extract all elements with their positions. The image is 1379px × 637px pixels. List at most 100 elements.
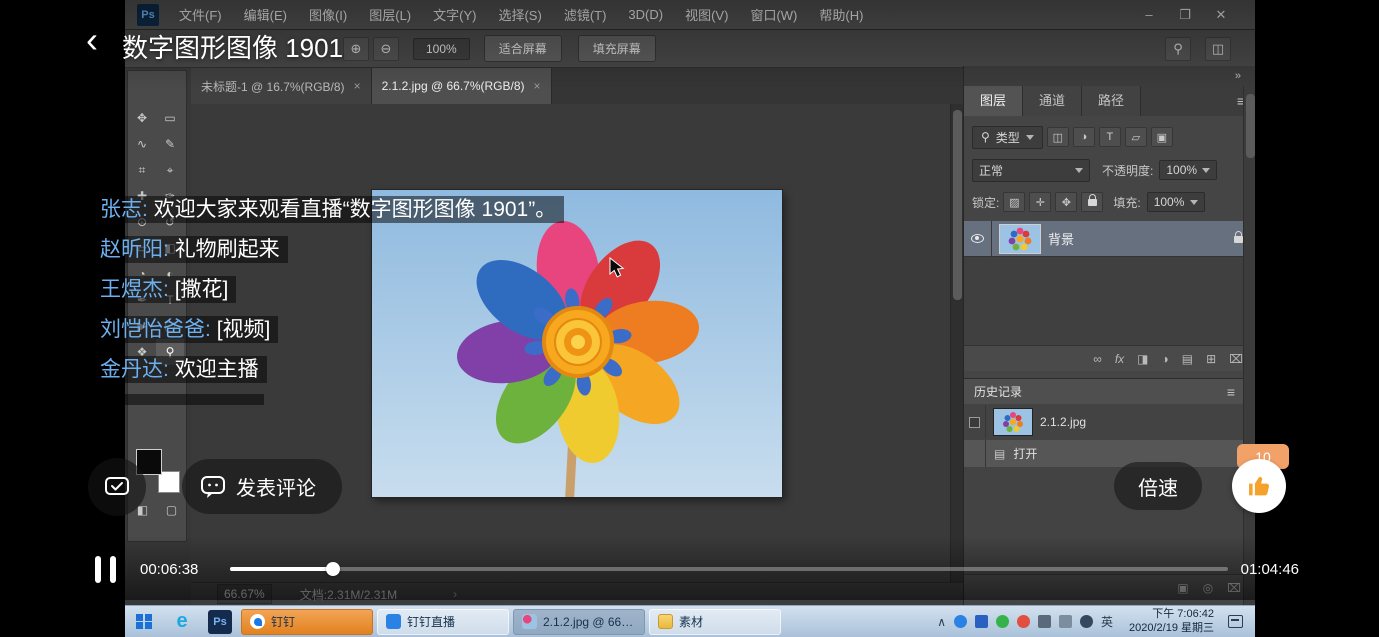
menu-filter[interactable]: 滤镜(T) <box>553 0 618 29</box>
filter-pixel-icon[interactable]: ◫ <box>1047 127 1069 147</box>
fill-screen-button[interactable]: 填充屏幕 <box>578 35 656 62</box>
close-button[interactable]: ✕ <box>1203 0 1239 30</box>
zoom-out-toggle-icon[interactable]: ⊖ <box>373 37 399 61</box>
lock-transparent-icon[interactable]: ▨ <box>1003 192 1025 212</box>
document-tabbar: 未标题-1 @ 16.7%(RGB/8) × 2.1.2.jpg @ 66.7%… <box>191 68 963 104</box>
tab-close-icon[interactable]: × <box>534 79 541 93</box>
layer-thumbnail[interactable] <box>1000 225 1040 253</box>
menu-view[interactable]: 视图(V) <box>674 0 739 29</box>
zoom-in-toggle-icon[interactable]: ⊕ <box>343 37 369 61</box>
fit-screen-button[interactable]: 适合屏幕 <box>484 35 562 62</box>
document-tab-212jpg[interactable]: 2.1.2.jpg @ 66.7%(RGB/8) × <box>372 68 552 104</box>
blend-mode-select[interactable]: 正常 <box>972 159 1090 182</box>
chat-text: 欢迎主播 <box>175 358 259 381</box>
menu-window[interactable]: 窗口(W) <box>739 0 808 29</box>
edge-taskbar-button[interactable]: e <box>163 606 201 637</box>
quick-select-tool-icon[interactable]: ✎ <box>156 131 184 157</box>
system-tray: ∧ 英 下午 7:06:42 2020/2/19 星期三 <box>937 608 1255 636</box>
document-tab-untitled[interactable]: 未标题-1 @ 16.7%(RGB/8) × <box>191 68 372 104</box>
filter-smartobject-icon[interactable]: ▣ <box>1151 127 1173 147</box>
delete-layer-icon[interactable]: ⌧ <box>1229 352 1243 366</box>
marquee-tool-icon[interactable]: ▭ <box>156 105 184 131</box>
lock-position-icon[interactable]: ✥ <box>1055 192 1077 212</box>
input-language-indicator[interactable]: 英 <box>1101 613 1113 630</box>
layer-effects-icon[interactable]: fx <box>1115 352 1124 366</box>
menu-layer[interactable]: 图层(L) <box>358 0 422 29</box>
menu-image[interactable]: 图像(I) <box>298 0 358 29</box>
pause-button[interactable] <box>95 556 116 583</box>
taskbar-clock[interactable]: 下午 7:06:42 2020/2/19 星期三 <box>1129 608 1214 636</box>
menu-help[interactable]: 帮助(H) <box>808 0 874 29</box>
crop-tool-icon[interactable]: ⌗ <box>128 157 156 183</box>
panel-scrollbar[interactable] <box>1243 86 1255 605</box>
live-title: 数字图形图像 1901 <box>122 28 343 65</box>
fill-select[interactable]: 100% <box>1147 192 1205 212</box>
eyedropper-tool-icon[interactable]: ⌖ <box>156 157 184 183</box>
start-button[interactable] <box>125 606 163 637</box>
filter-adjustment-icon[interactable]: ◑ <box>1073 127 1095 147</box>
lasso-tool-icon[interactable]: ∿ <box>128 131 156 157</box>
taskbar-tab-folder[interactable]: 素材 <box>649 609 781 635</box>
menu-type[interactable]: 文字(Y) <box>422 0 487 29</box>
tab-paths[interactable]: 路径 <box>1082 86 1141 116</box>
comment-list-toggle[interactable] <box>88 458 146 516</box>
taskbar-tab-dingtalk[interactable]: 钉钉 <box>241 609 373 635</box>
layer-mask-icon[interactable]: ◨ <box>1137 352 1148 366</box>
filter-type-icon[interactable]: T <box>1099 127 1121 147</box>
adjustment-layer-icon[interactable]: ◑ <box>1162 352 1169 366</box>
tray-dingtalk-icon[interactable] <box>954 615 967 628</box>
taskbar-tab-photoshop-doc[interactable]: 2.1.2.jpg @ 66.7%… <box>513 609 645 635</box>
photoshop-taskbar-button[interactable]: Ps <box>201 606 239 637</box>
history-brush-source-icon[interactable] <box>964 440 986 467</box>
menu-3d[interactable]: 3D(D) <box>617 0 674 29</box>
menu-edit[interactable]: 编辑(E) <box>233 0 298 29</box>
seek-bar[interactable] <box>230 567 1228 571</box>
opacity-select[interactable]: 100% <box>1159 160 1217 180</box>
screen-mode-icon[interactable]: ▢ <box>157 503 186 517</box>
move-tool-icon[interactable]: ✥ <box>128 105 156 131</box>
history-brush-source-icon[interactable] <box>964 405 986 439</box>
layer-visibility-toggle[interactable] <box>964 221 992 257</box>
lock-all-icon[interactable] <box>1081 192 1103 212</box>
tray-app-icon[interactable] <box>975 615 988 628</box>
seek-handle[interactable] <box>326 562 340 576</box>
like-button[interactable] <box>1232 459 1286 513</box>
tray-security-icon[interactable] <box>996 615 1009 628</box>
minimize-button[interactable]: – <box>1131 0 1167 30</box>
player-control-bar: 00:06:38 01:04:46 <box>0 536 1379 600</box>
menu-select[interactable]: 选择(S) <box>487 0 552 29</box>
back-button[interactable]: ‹ <box>86 22 98 58</box>
search-icon[interactable]: ⚲ <box>1165 37 1191 61</box>
tray-volume-icon[interactable] <box>1080 615 1093 628</box>
tray-display-icon[interactable] <box>1059 615 1072 628</box>
canvas-vertical-scrollbar[interactable] <box>950 104 963 582</box>
tray-microphone-icon[interactable] <box>1038 615 1051 628</box>
tab-close-icon[interactable]: × <box>354 79 361 93</box>
zoom-value-field[interactable]: 100% <box>413 38 470 60</box>
playback-speed-button[interactable]: 倍速 <box>1114 462 1202 510</box>
filter-shape-icon[interactable]: ▱ <box>1125 127 1147 147</box>
lock-pixels-icon[interactable]: ✛ <box>1029 192 1051 212</box>
tray-expand-icon[interactable]: ∧ <box>937 615 946 629</box>
taskbar-tab-dingtalk-live[interactable]: 钉钉直播 <box>377 609 509 635</box>
history-state-row[interactable]: ▤ 打开 <box>964 440 1255 467</box>
history-snapshot-row[interactable]: 2.1.2.jpg <box>964 404 1255 440</box>
chat-text: 欢迎大家来观看直播“数字图形图像 1901”。 <box>154 198 557 221</box>
history-snapshot-label: 2.1.2.jpg <box>1040 415 1086 429</box>
panel-collapse-icon[interactable]: » <box>964 66 1255 86</box>
tab-layers[interactable]: 图层 <box>964 86 1023 116</box>
chat-sender: 金丹达: <box>100 358 169 381</box>
restore-button[interactable]: ❐ <box>1167 0 1203 30</box>
history-panel-title: 历史记录 <box>974 383 1022 400</box>
action-center-icon[interactable] <box>1228 615 1243 628</box>
link-layers-icon[interactable]: ∞ <box>1093 352 1102 366</box>
workspace-icon[interactable]: ◫ <box>1205 37 1231 61</box>
new-layer-icon[interactable]: ⊞ <box>1206 352 1216 366</box>
layer-row-background[interactable]: 背景 <box>964 221 1255 257</box>
tab-channels[interactable]: 通道 <box>1023 86 1082 116</box>
layer-filter-dropdown[interactable]: ⚲ 类型 <box>972 126 1043 149</box>
tray-alert-icon[interactable] <box>1017 615 1030 628</box>
layer-group-icon[interactable]: ▤ <box>1182 352 1193 366</box>
menu-file[interactable]: 文件(F) <box>168 0 233 29</box>
comment-input[interactable]: 发表评论 <box>182 459 342 514</box>
